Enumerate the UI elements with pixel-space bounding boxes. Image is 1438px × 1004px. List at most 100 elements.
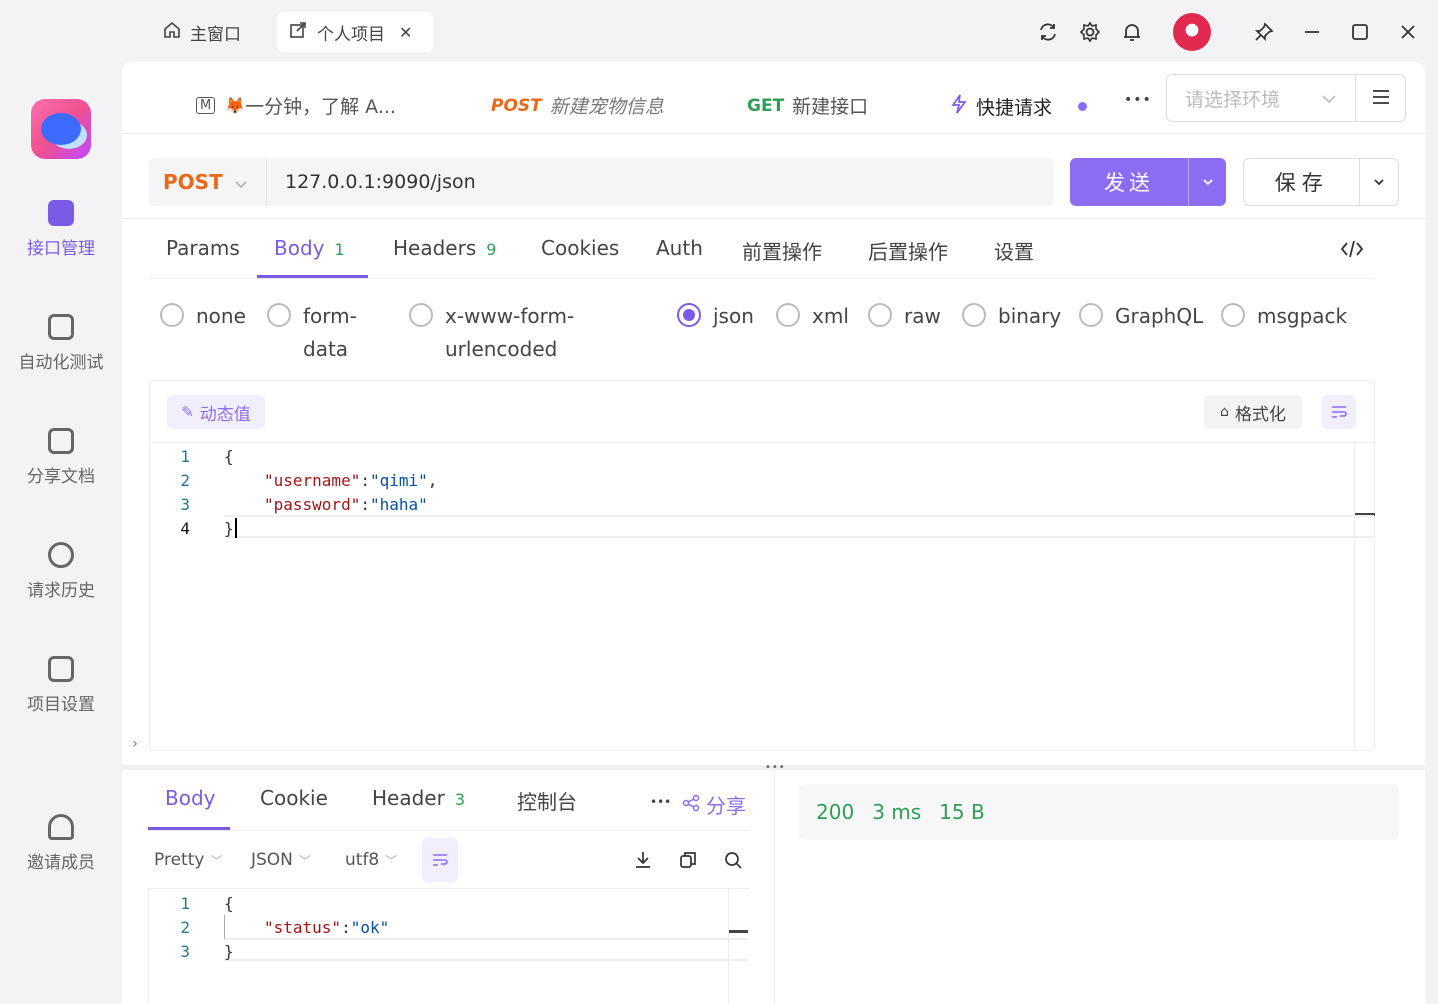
- format-select[interactable]: JSON ﹀: [251, 846, 311, 874]
- code-text: }: [224, 941, 234, 961]
- markdown-icon: M: [196, 97, 216, 114]
- send-button[interactable]: 发送: [1070, 158, 1226, 206]
- radio-circle: [776, 303, 800, 327]
- radio-label: raw: [904, 304, 941, 328]
- text-cursor: [234, 518, 237, 538]
- sidebar-item-label: 项目设置: [27, 695, 95, 715]
- save-dropdown-icon[interactable]: [1360, 174, 1398, 190]
- body-editor[interactable]: [149, 380, 1375, 751]
- format-label: 格式化: [1234, 404, 1286, 425]
- radio-binary[interactable]: binary: [962, 300, 1061, 333]
- home-icon: [162, 20, 182, 45]
- sidebar-item-api-manage[interactable]: 接口管理: [0, 200, 122, 259]
- save-button[interactable]: 保存: [1243, 158, 1399, 206]
- tab-post-operations[interactable]: 后置操作: [868, 236, 948, 278]
- tab-params[interactable]: Params: [166, 236, 240, 278]
- subtabs-divider: [149, 278, 1375, 279]
- radio-graphql[interactable]: GraphQL: [1079, 300, 1203, 333]
- copy-icon[interactable]: [678, 850, 698, 874]
- code-text: {: [224, 446, 234, 466]
- gear-icon[interactable]: [1074, 16, 1106, 48]
- window-tab-project[interactable]: 个人项目 ✕: [277, 12, 433, 52]
- maximize-icon[interactable]: [1344, 16, 1376, 48]
- url-input[interactable]: 127.0.0.1:9090/json: [267, 171, 476, 193]
- wrap-lines-icon[interactable]: [1322, 395, 1356, 429]
- request-tab-intro[interactable]: M 🦊 一分钟，了解 A...: [180, 78, 470, 133]
- splitter-handle-icon[interactable]: •••: [765, 762, 786, 773]
- response-status-bar: 200 3 ms 15 B: [799, 784, 1399, 840]
- response-pane-divider[interactable]: [774, 770, 775, 1004]
- response-tab-body[interactable]: Body: [148, 786, 230, 830]
- tab-auth[interactable]: Auth: [656, 236, 703, 278]
- response-wrap-lines-icon[interactable]: [422, 838, 458, 882]
- more-tabs-button[interactable]: •••: [1124, 92, 1152, 108]
- request-tab-quick[interactable]: 快捷请求: [934, 78, 1106, 133]
- invite-member-icon: [48, 814, 74, 840]
- share-doc-icon: [48, 428, 74, 454]
- request-tab-post-pet[interactable]: POST 新建宠物信息: [476, 78, 726, 133]
- menu-button[interactable]: [1356, 74, 1406, 122]
- response-tab-console[interactable]: 控制台: [517, 786, 577, 830]
- share-button[interactable]: 分享: [682, 790, 746, 819]
- window-tab-main[interactable]: 主窗口: [150, 12, 253, 52]
- magic-wand-icon: ✎: [181, 403, 194, 421]
- sidebar-item-project-settings[interactable]: 项目设置: [0, 656, 122, 715]
- radio-label: form- data: [303, 304, 357, 361]
- radio-msgpack[interactable]: msgpack: [1221, 300, 1347, 333]
- search-icon[interactable]: [723, 850, 743, 874]
- pin-icon[interactable]: [1248, 16, 1280, 48]
- sidebar-item-share-doc[interactable]: 分享文档: [0, 428, 122, 487]
- tab-label: Headers: [393, 236, 477, 260]
- lightning-icon: [950, 94, 968, 119]
- tab-pre-operations[interactable]: 前置操作: [742, 236, 822, 278]
- line-number: 4: [180, 518, 190, 538]
- response-tab-header[interactable]: Header 3: [372, 786, 465, 830]
- refresh-icon[interactable]: [1032, 16, 1064, 48]
- tab-body[interactable]: Body 1: [257, 236, 368, 278]
- code-line: 3}: [160, 939, 389, 963]
- chevron-down-icon: [234, 170, 248, 194]
- code-value: "ok": [350, 917, 390, 937]
- code-key: "status": [264, 917, 342, 937]
- pretty-select[interactable]: Pretty ﹀: [154, 846, 222, 874]
- code-icon[interactable]: [1340, 238, 1364, 264]
- response-more-button[interactable]: •••: [650, 795, 671, 809]
- minimize-icon[interactable]: [1296, 16, 1328, 48]
- radio-none[interactable]: none: [160, 300, 246, 333]
- user-avatar[interactable]: [1173, 13, 1211, 51]
- tab-label: 控制台: [517, 790, 577, 814]
- code-sep: ,: [427, 470, 438, 490]
- radio-circle: [1221, 303, 1245, 327]
- hamburger-icon: [1371, 86, 1391, 111]
- code-line: 2 "status": "ok": [160, 915, 389, 939]
- radio-json[interactable]: json: [677, 300, 754, 333]
- tab-headers[interactable]: Headers 9: [393, 236, 496, 278]
- radio-xml[interactable]: xml: [776, 300, 849, 333]
- radio-urlencoded[interactable]: x-www-form- urlencoded: [409, 300, 574, 366]
- encoding-select[interactable]: utf8 ﹀: [345, 846, 397, 874]
- sidebar-item-invite[interactable]: 邀请成员: [0, 814, 122, 873]
- close-icon[interactable]: [1392, 16, 1424, 48]
- radio-form-data[interactable]: form- data: [267, 300, 357, 366]
- radio-raw[interactable]: raw: [868, 300, 941, 333]
- tab-settings[interactable]: 设置: [994, 236, 1034, 278]
- tab-cookies[interactable]: Cookies: [541, 236, 619, 278]
- download-icon[interactable]: [633, 850, 653, 874]
- bell-icon[interactable]: [1116, 16, 1148, 48]
- tab-badge: 3: [454, 790, 466, 809]
- request-tab-get-new[interactable]: GET 新建接口: [732, 78, 922, 133]
- sidebar-item-history[interactable]: 请求历史: [0, 542, 122, 601]
- close-tab-icon[interactable]: ✕: [399, 23, 412, 42]
- select-value: utf8: [345, 850, 380, 870]
- method-select[interactable]: POST: [149, 158, 267, 206]
- sidebar-item-label: 分享文档: [27, 467, 95, 487]
- sidebar-item-automation[interactable]: 自动化测试: [0, 314, 122, 373]
- editor-scrollbar-track[interactable]: [1354, 443, 1355, 750]
- dynamic-value-button[interactable]: ✎ 动态值: [167, 395, 265, 429]
- save-label: 保存: [1244, 159, 1361, 205]
- send-dropdown-icon[interactable]: [1188, 158, 1226, 206]
- format-button[interactable]: ⌂ 格式化: [1204, 395, 1302, 429]
- code-line: 4}: [160, 516, 437, 540]
- environment-select[interactable]: 请选择环境: [1166, 74, 1356, 122]
- response-tab-cookie[interactable]: Cookie: [260, 786, 328, 830]
